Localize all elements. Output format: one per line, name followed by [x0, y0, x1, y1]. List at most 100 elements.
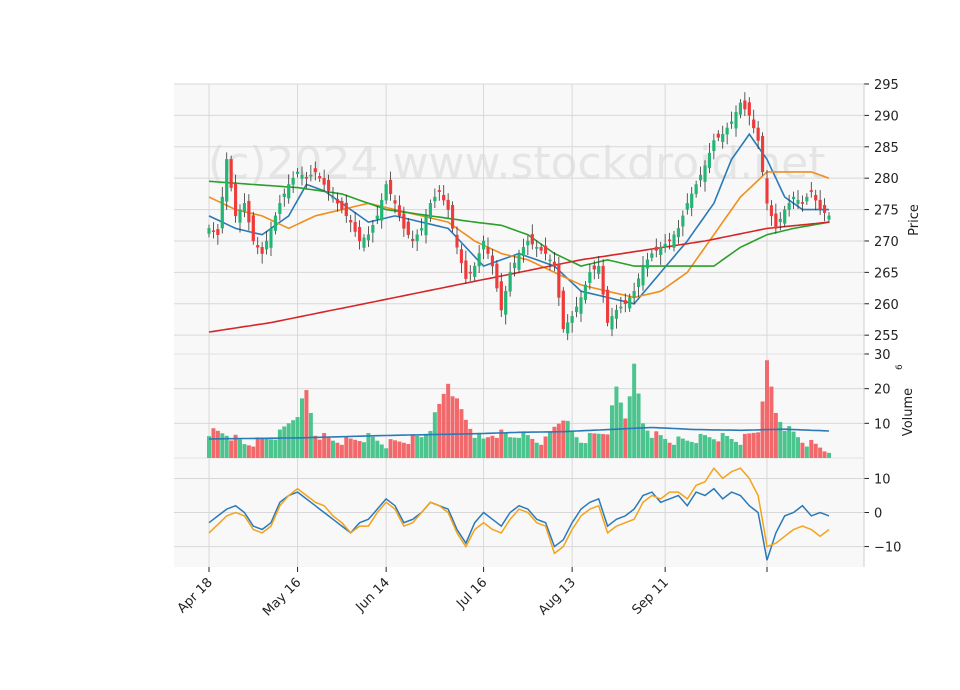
volume-bar [636, 393, 641, 458]
volume-tick-label: 20 [874, 383, 891, 398]
volume-bar [251, 446, 256, 458]
candle-body [614, 309, 619, 319]
volume-bar [769, 386, 774, 458]
candle-body [309, 174, 313, 177]
volume-tick-label: 10 [874, 417, 891, 432]
volume-bar [716, 441, 721, 458]
volume-bar [291, 420, 296, 458]
volume-bar [521, 431, 526, 458]
candle-body [433, 196, 437, 202]
volume-bar [703, 435, 707, 458]
chart-figure: (c)2024 www.stockdroid.net 255 260 265 270 2… [0, 0, 960, 690]
candle-body [508, 272, 512, 292]
candle-body [220, 196, 224, 229]
candle-body [787, 203, 791, 210]
candle-body [628, 297, 632, 309]
volume-bar [211, 428, 216, 458]
volume-bar [672, 444, 676, 458]
candle-body [703, 165, 707, 182]
candle-body [632, 291, 636, 298]
candle-body [238, 209, 242, 223]
price-tick-label: 270 [874, 235, 899, 250]
candle-body [716, 133, 720, 138]
candle-body [291, 177, 295, 185]
candle-body [349, 220, 353, 223]
volume-bar [765, 360, 769, 458]
candle-body [747, 102, 751, 116]
candle-body [663, 243, 667, 248]
volume-bar [348, 438, 353, 458]
candle-body [659, 247, 663, 255]
candle-body [783, 209, 787, 224]
candle-body [552, 261, 557, 267]
candle-body [707, 152, 712, 169]
volume-bar [654, 431, 659, 458]
candle-body [256, 245, 260, 248]
candle-body [495, 263, 499, 289]
candle-body [481, 240, 486, 250]
indicator-tick-label: 0 [874, 507, 882, 522]
candle-body [535, 247, 539, 249]
price-tick-label: 280 [874, 172, 899, 187]
candle-body [473, 265, 477, 277]
candle-body [756, 127, 760, 141]
candle-body [738, 102, 743, 115]
volume-bar [756, 432, 761, 458]
volume-bar [548, 431, 552, 458]
x-tick-label: Jun 14 [353, 575, 393, 615]
volume-bar [804, 446, 809, 458]
candle-body [375, 215, 379, 219]
candle-body [814, 194, 818, 201]
candle-body [517, 253, 521, 270]
volume-bar [592, 433, 597, 458]
candle-body [419, 228, 424, 231]
volume-bar [494, 437, 499, 458]
volume-bar [388, 439, 393, 458]
volume-axis-exponent: 6 [895, 364, 905, 370]
candle-body [579, 297, 583, 314]
candle-body [623, 300, 627, 304]
x-tick-labels: Apr 18 May 16 Jun 14 Jul 16 Aug 13 Sep 11 [175, 575, 672, 619]
candle-body [619, 306, 623, 309]
volume-bar [286, 423, 291, 458]
candle-body [229, 159, 233, 188]
candle-body [295, 171, 300, 174]
candle-body [645, 259, 650, 269]
candle-body [397, 205, 402, 217]
volume-bar [242, 444, 247, 458]
volume-bar [406, 443, 411, 458]
volume-bar [742, 433, 747, 458]
candle-body [694, 184, 698, 195]
candle-body [752, 119, 756, 129]
candle-body [287, 184, 291, 199]
candle-body [725, 127, 729, 135]
volume-bar [809, 439, 814, 458]
candle-body [774, 213, 778, 229]
volume-bar [574, 437, 579, 458]
volume-bar [680, 438, 685, 458]
candle-body [805, 196, 809, 202]
candle-body [450, 204, 455, 229]
volume-bar [596, 433, 601, 458]
candle-body [574, 306, 579, 313]
volume-bar [738, 444, 743, 458]
volume-bar [282, 426, 287, 458]
volume-bar [570, 431, 575, 458]
volume-bar [605, 434, 610, 458]
candle-body [721, 134, 725, 142]
candle-body [539, 247, 543, 251]
volume-bar [658, 435, 663, 458]
candle-body [326, 179, 331, 191]
volume-bar [450, 396, 455, 458]
candle-body [734, 112, 738, 129]
candle-body [402, 213, 406, 229]
candle-body [446, 199, 450, 210]
candle-body [464, 260, 468, 279]
volume-bar [627, 396, 632, 458]
candle-body [570, 316, 574, 323]
candle-body [685, 203, 689, 210]
volume-bar [614, 386, 619, 458]
candle-body [641, 265, 645, 286]
volume-bar [663, 438, 668, 458]
x-tick-label: Aug 13 [536, 575, 579, 618]
